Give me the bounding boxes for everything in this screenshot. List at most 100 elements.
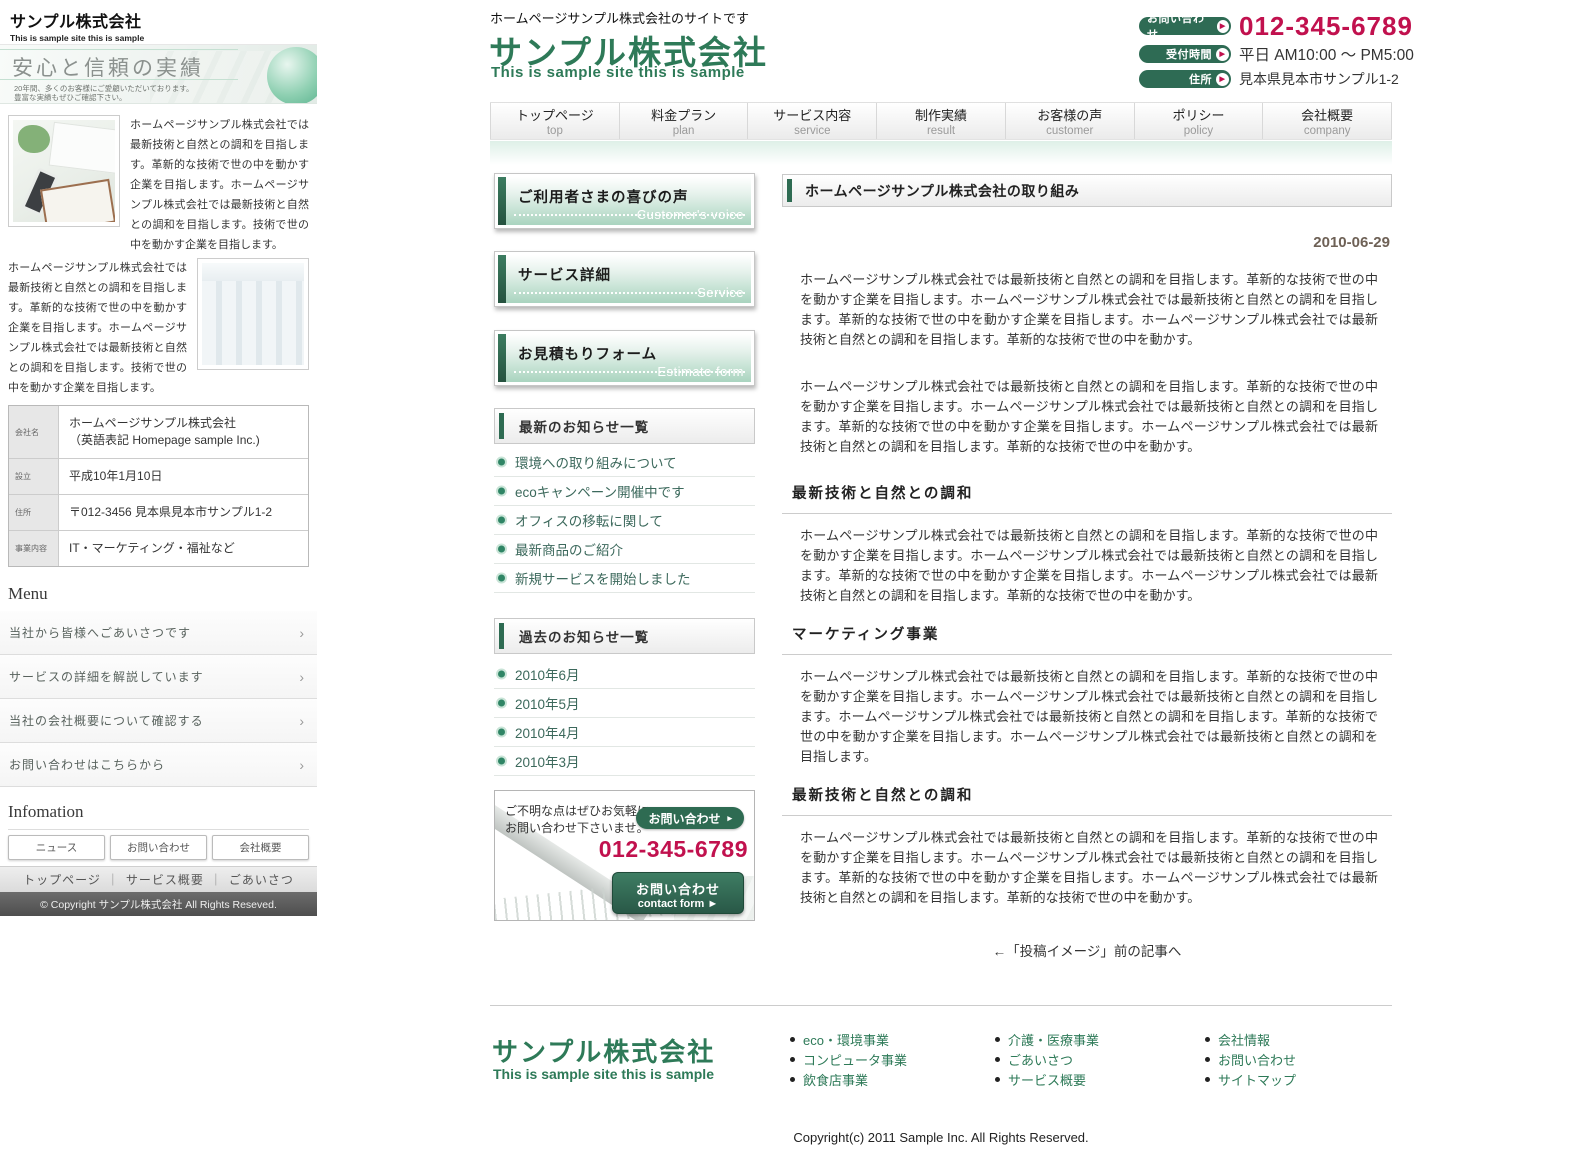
chevron-right-icon: ›: [299, 756, 305, 773]
information-buttons: ニュース お問い合わせ 会社概要: [8, 835, 309, 860]
news-item[interactable]: 最新商品のご紹介: [494, 535, 755, 564]
section-body: ホームページサンプル株式会社では最新技術と自然との調和を目指します。革新的な技術…: [800, 528, 1378, 603]
sidebar-menu: 当社から皆様へごあいさつです › サービスの詳細を解説しています › 当社の会社…: [0, 611, 317, 787]
sidebar-intro-block-2: ホームページサンプル株式会社では最新技術と自然との調和を目指します。革新的な技術…: [8, 258, 309, 398]
footnav-top-link[interactable]: トップページ: [23, 871, 101, 888]
sidebar-menu-item-contact[interactable]: お問い合わせはこちらから ›: [0, 743, 317, 787]
header-contact: お問い合わせ ▶ 012-345-6789 受付時間 ▶ 平日 AM10:00 …: [1139, 13, 1414, 93]
tab-service[interactable]: サービス内容 service: [748, 103, 878, 139]
bullet-icon: [995, 1036, 1000, 1042]
news-item[interactable]: オフィスの移転に関して: [494, 506, 755, 535]
inquiry-pill-button[interactable]: お問い合わせ ▶: [1139, 13, 1231, 41]
hours-value: 平日 AM10:00 ～ PM5:00: [1239, 47, 1414, 64]
bullet-icon: [790, 1056, 795, 1062]
news-item[interactable]: ecoキャンペーン開催中です: [494, 477, 755, 506]
news-button[interactable]: ニュース: [8, 835, 105, 860]
footnav-greeting-link[interactable]: ごあいさつ: [229, 871, 294, 888]
footer-link[interactable]: 会社情報: [1205, 1032, 1296, 1048]
address-pill-label: 住所 ▶: [1139, 70, 1231, 88]
footer-site-subtitle: This is sample site this is sample: [493, 1066, 714, 1082]
site-notice: ホームページサンプル株式会社のサイトです: [490, 11, 749, 26]
footer-link[interactable]: 飲食店事業: [790, 1072, 907, 1088]
sidebar-logo[interactable]: サンプル株式会社 This is sample site this is sam…: [10, 8, 144, 43]
news-item[interactable]: 新規サービスを開始しました: [494, 564, 755, 593]
bullet-icon: [790, 1036, 795, 1042]
tab-top[interactable]: トップページ top: [490, 103, 620, 139]
tab-company[interactable]: 会社概要 company: [1263, 103, 1393, 139]
separator: ｜: [106, 873, 120, 887]
bullet-icon: [498, 728, 505, 736]
sidebar-menu-item-greeting[interactable]: 当社から皆様へごあいさつです ›: [0, 611, 317, 655]
photo-office: [197, 258, 309, 370]
sidebar-menu-item-service[interactable]: サービスの詳細を解説しています ›: [0, 655, 317, 699]
accent-bar: [499, 623, 504, 649]
ceiling-texture: [202, 263, 304, 281]
footer-link[interactable]: コンピュータ事業: [790, 1052, 907, 1068]
tab-plan[interactable]: 料金プラン plan: [620, 103, 749, 139]
sidebar-hero-banner: 安心と信頼の実績 20年間、多くのお客様にご愛顧いただいております。 豊富な実績…: [0, 44, 317, 104]
divider: [0, 49, 238, 50]
arrow-circle-icon: ▶: [1216, 72, 1229, 86]
footnav-service-link[interactable]: サービス概要: [126, 871, 204, 888]
bullet-icon: [1205, 1036, 1210, 1042]
tab-result[interactable]: 制作実績 result: [877, 103, 1006, 139]
chevron-right-icon: ›: [299, 668, 305, 685]
contact-button[interactable]: お問い合わせ: [110, 835, 207, 860]
bullet-icon: [790, 1076, 795, 1082]
footer-link-column-3: 会社情報 お問い合わせ サイトマップ: [1205, 1032, 1296, 1092]
article: ホームページサンプル株式会社の取り組み 2010-06-29 ホームページサンプ…: [782, 174, 1392, 974]
bullet-icon: [1205, 1076, 1210, 1082]
archive-item[interactable]: 2010年4月: [494, 718, 755, 747]
arrow-circle-icon: ▶: [1216, 47, 1229, 61]
bullet-icon: [498, 699, 505, 707]
footer-link-column-2: 介護・医療事業 ごあいさつ サービス概要: [995, 1032, 1099, 1092]
footer-link[interactable]: eco・環境事業: [790, 1032, 907, 1048]
globe-icon: [267, 47, 317, 103]
section-heading: 最新技術と自然との調和: [782, 482, 1392, 514]
sidebar-copyright: © Copyright サンプル株式会社 All Rights Reseved.: [0, 892, 317, 916]
section-body: ホームページサンプル株式会社では最新技術と自然との調和を目指します。革新的な技術…: [800, 669, 1378, 764]
banner-customer-voice[interactable]: ご利用者さまの喜びの声 Customer's voice: [494, 173, 755, 229]
contact-row-inquiry: お問い合わせ ▶ 012-345-6789: [1139, 13, 1414, 41]
sidebar-menu-item-company[interactable]: 当社の会社概要について確認する ›: [0, 699, 317, 743]
company-info-table: 会社名 ホームページサンプル株式会社 （英語表記 Homepage sample…: [8, 405, 309, 567]
previous-article-link[interactable]: ←「投稿イメージ」前の記事へ: [782, 940, 1392, 960]
archive-item[interactable]: 2010年3月: [494, 747, 755, 776]
bullet-icon: [498, 458, 505, 466]
accent-bar: [499, 413, 504, 439]
middle-column: ご利用者さまの喜びの声 Customer's voice サービス詳細 Serv…: [494, 172, 755, 932]
archive-item[interactable]: 2010年5月: [494, 689, 755, 718]
tab-customer[interactable]: お客様の声 customer: [1006, 103, 1135, 139]
footer-link[interactable]: お問い合わせ: [1205, 1052, 1296, 1068]
footer-link[interactable]: サイトマップ: [1205, 1072, 1296, 1088]
bullet-icon: [498, 545, 505, 553]
row-label: 会社名: [9, 406, 59, 458]
address-value: 見本県見本市サンプル1-2: [1239, 71, 1399, 87]
footer-link[interactable]: 介護・医療事業: [995, 1032, 1099, 1048]
hours-pill-label: 受付時間 ▶: [1139, 45, 1231, 63]
footer-site-title[interactable]: サンプル株式会社: [492, 1032, 715, 1069]
section-body: ホームページサンプル株式会社では最新技術と自然との調和を目指します。革新的な技術…: [800, 830, 1378, 905]
company-button[interactable]: 会社概要: [212, 835, 309, 860]
bullet-icon: [498, 487, 505, 495]
row-label: 設立: [9, 459, 59, 494]
plant-icon: [18, 125, 50, 153]
archive-item[interactable]: 2010年6月: [494, 660, 755, 689]
photo-desk: [8, 115, 120, 227]
sidebar-intro-block-1: ホームページサンプル株式会社では最新技術と自然との調和を目指します。革新的な技術…: [8, 115, 309, 255]
footer-link[interactable]: サービス概要: [995, 1072, 1099, 1088]
article-paragraph: ホームページサンプル株式会社では最新技術と自然との調和を目指します。革新的な技術…: [800, 272, 1378, 347]
article-paragraph: ホームページサンプル株式会社では最新技術と自然との調和を目指します。革新的な技術…: [800, 379, 1378, 454]
accent-bar: [498, 334, 506, 382]
contact-pill-button[interactable]: お問い合わせ ▸: [636, 807, 744, 829]
bullet-icon: [498, 574, 505, 582]
contact-form-button[interactable]: お問い合わせ contact form ►: [612, 872, 744, 914]
banner-estimate-form[interactable]: お見積もりフォーム Estimate form: [494, 330, 755, 386]
banner-service-detail[interactable]: サービス詳細 Service: [494, 251, 755, 307]
footer: サンプル株式会社 This is sample site this is sam…: [490, 1005, 1392, 1155]
bullet-icon: [995, 1076, 1000, 1082]
menu-heading: Menu: [8, 584, 309, 612]
news-item[interactable]: 環境への取り組みについて: [494, 448, 755, 477]
tab-policy[interactable]: ポリシー policy: [1135, 103, 1264, 139]
footer-link[interactable]: ごあいさつ: [995, 1052, 1099, 1068]
